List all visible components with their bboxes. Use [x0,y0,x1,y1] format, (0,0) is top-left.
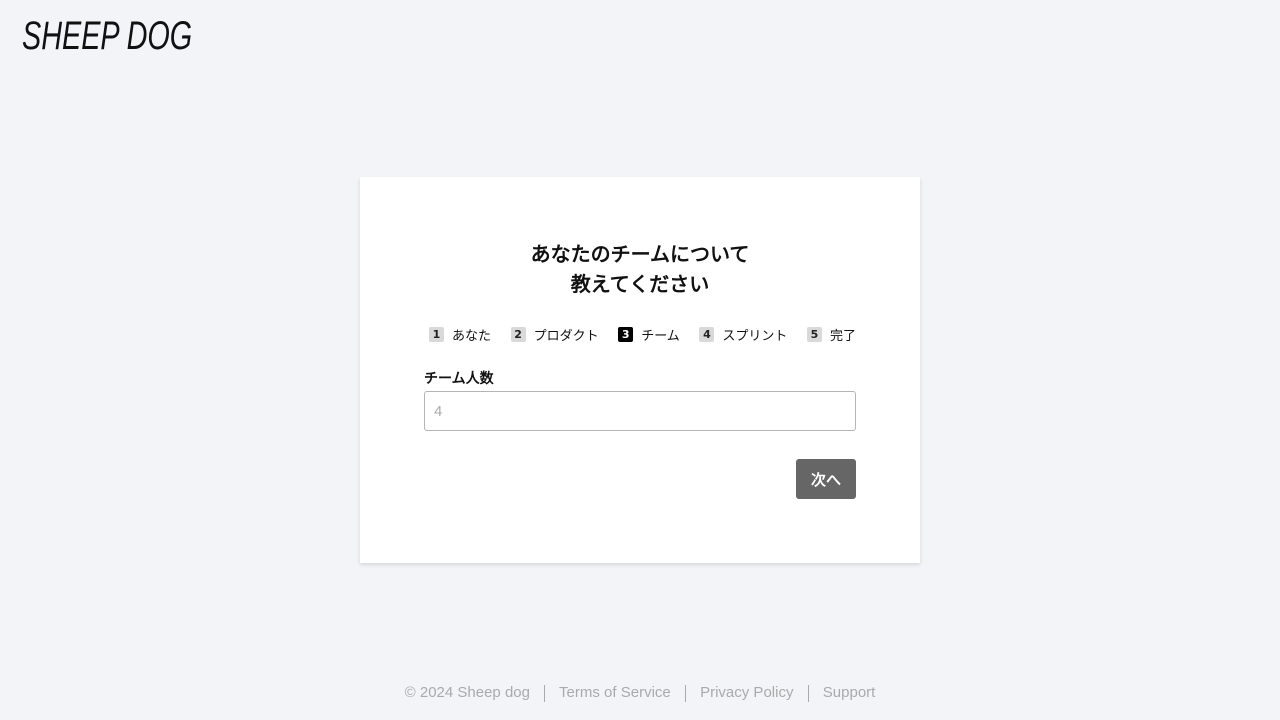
copyright-text: © 2024 Sheep dog [404,684,530,701]
next-button[interactable]: 次へ [796,459,856,499]
step-label: あなた [452,329,492,344]
team-size-input[interactable] [424,391,856,431]
step-number: 1 [429,327,444,342]
footer-divider [684,684,686,702]
sheep-dog-logo[interactable]: SHEEP DOG [22,12,192,60]
step-label: チーム [641,329,680,344]
page-title: あなたのチームについて 教えてください [360,239,920,299]
step-label: プロダクト [533,329,599,344]
step-team: 3 チーム [613,325,680,344]
step-done: 5 完了 [802,325,856,344]
footer-divider [544,684,546,702]
privacy-policy-link[interactable]: Privacy Policy [700,684,793,701]
step-label: スプリント [722,329,788,344]
step-number: 4 [699,327,715,342]
step-number: 2 [510,327,526,342]
title-line-2: 教えてください [570,272,710,296]
step-product: 2 プロダクト [506,325,599,344]
onboarding-card: あなたのチームについて 教えてください 1 あなた 2 プロダクト 3 チーム … [360,177,920,563]
footer-divider [807,684,809,702]
step-number: 5 [806,327,822,342]
title-line-1: あなたのチームについて [530,242,750,266]
terms-of-service-link[interactable]: Terms of Service [559,684,671,701]
step-number: 3 [618,327,634,342]
step-you: 1 あなた [424,325,491,344]
step-sprint: 4 スプリント [694,325,787,344]
team-size-label: チーム人数 [424,371,494,387]
step-indicator: 1 あなた 2 プロダクト 3 チーム 4 スプリント 5 完了 [424,325,856,344]
step-label: 完了 [829,329,856,344]
footer: © 2024 Sheep dog Terms of Service Privac… [0,682,1280,704]
support-link[interactable]: Support [823,684,876,701]
page: SHEEP DOG あなたのチームについて 教えてください 1 あなた 2 プロ… [0,0,1280,720]
